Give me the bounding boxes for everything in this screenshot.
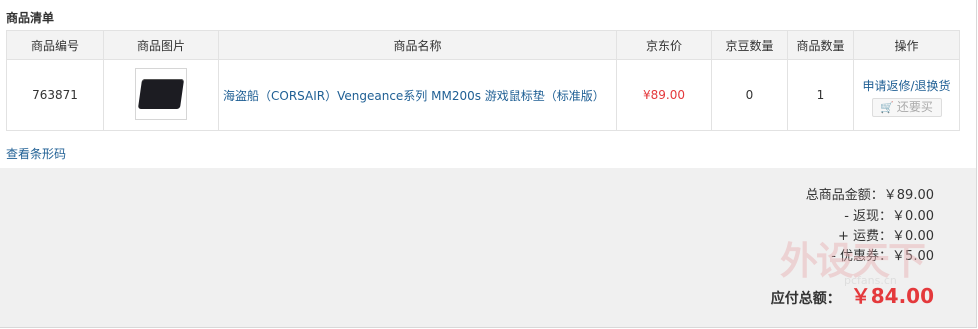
buy-again-label: 还要买: [896, 100, 933, 114]
order-summary: 总商品金额：￥89.00 - 返现：￥0.00 + 运费：￥0.00 - 优惠券…: [0, 168, 976, 327]
view-barcode-link[interactable]: 查看条形码: [6, 145, 66, 162]
product-name-link[interactable]: 海盗船（CORSAIR）Vengeance系列 MM200s 游戏鼠标垫（标准版…: [223, 89, 605, 103]
rebate: - 返现：￥0.00: [844, 209, 934, 224]
header-item-name: 商品名称: [218, 30, 617, 60]
table-header-row: 商品编号 商品图片 商品名称 京东价 京豆数量 商品数量 操作: [6, 30, 960, 60]
item-id: 763871: [6, 59, 104, 131]
item-price: ¥89.00: [616, 59, 712, 131]
header-item-id: 商品编号: [6, 30, 104, 60]
return-exchange-link[interactable]: 申请返修/退换货: [854, 77, 959, 94]
payable-label: 应付总额：: [770, 291, 841, 307]
cart-icon: 🛒: [880, 101, 894, 114]
header-jd-price: 京东价: [616, 30, 712, 60]
section-title: 商品清单: [6, 11, 55, 25]
item-name-cell: 海盗船（CORSAIR）Vengeance系列 MM200s 游戏鼠标垫（标准版…: [218, 59, 617, 131]
items-table: 商品编号 商品图片 商品名称 京东价 京豆数量 商品数量 操作 763871 海…: [6, 30, 960, 131]
order-items-panel: 商品清单 商品编号 商品图片 商品名称 京东价 京豆数量 商品数量 操作 763…: [0, 0, 977, 328]
header-quantity: 商品数量: [787, 30, 854, 60]
goods-total: 总商品金额：￥89.00: [805, 188, 934, 203]
mousepad-image: [137, 78, 185, 109]
payable-amount: ￥84.00: [850, 284, 934, 308]
product-thumbnail[interactable]: [135, 67, 187, 120]
payable-total: 应付总额： ￥84.00: [771, 280, 934, 309]
table-row: 763871 海盗船（CORSAIR）Vengeance系列 MM200s 游戏…: [6, 59, 960, 131]
header-operations: 操作: [853, 30, 960, 60]
item-operations: 申请返修/退换货 🛒 还要买: [853, 59, 960, 131]
buy-again-button[interactable]: 🛒 还要买: [871, 98, 942, 117]
item-beans: 0: [711, 59, 788, 131]
item-quantity: 1: [787, 59, 854, 131]
item-image-cell: [103, 59, 219, 131]
header-item-image: 商品图片: [103, 30, 219, 60]
header-beans: 京豆数量: [711, 30, 788, 60]
